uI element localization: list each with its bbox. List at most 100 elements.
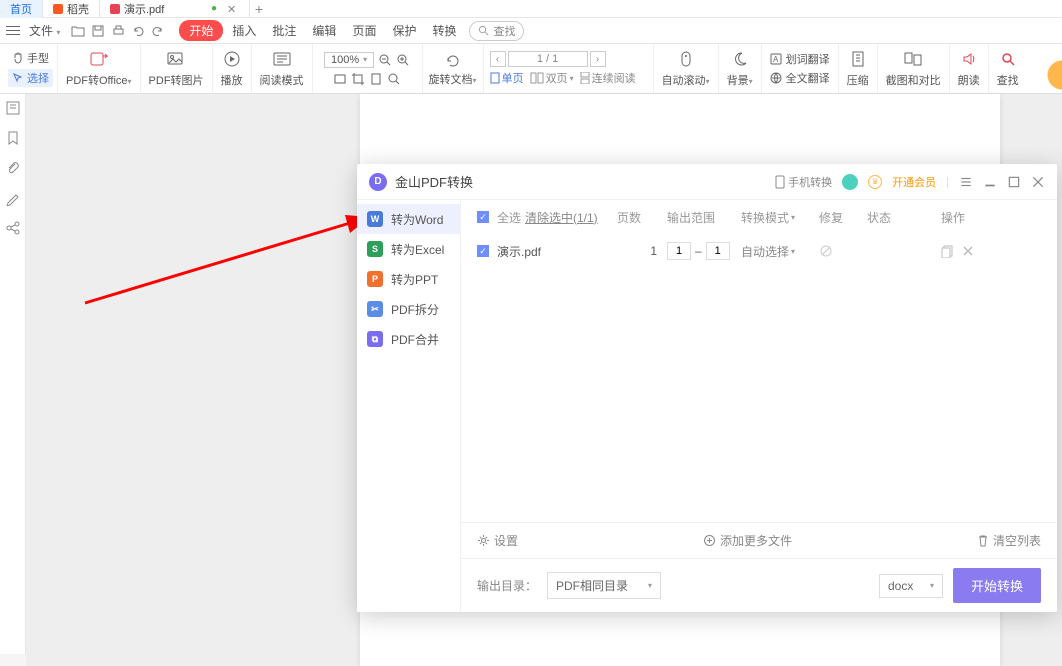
tab-file[interactable]: 演示.pdf ● ✕ (100, 0, 250, 18)
tab-shell-label: 稻壳 (67, 1, 89, 17)
print-icon[interactable] (109, 22, 127, 40)
fit-width-icon[interactable] (333, 72, 347, 86)
menu-start[interactable]: 开始 (179, 20, 223, 41)
screenshot-compare-button[interactable]: 截图和对比 (878, 44, 950, 93)
sync-check-icon: ● (211, 3, 217, 14)
menu-annotate[interactable]: 批注 (265, 22, 303, 39)
svg-text:A: A (773, 55, 779, 64)
checkbox-item[interactable]: ✓ (477, 245, 489, 257)
full-translate[interactable]: 全文翻译 (770, 70, 830, 86)
range-from-input[interactable] (667, 242, 691, 260)
view-double[interactable]: 双页▾ (530, 70, 574, 86)
thumbnail-icon[interactable] (5, 100, 21, 116)
col-all[interactable]: 全选 (497, 209, 525, 226)
page-next-button[interactable]: › (590, 51, 606, 67)
menu-edit[interactable]: 编辑 (305, 22, 343, 39)
redo-icon[interactable] (149, 22, 167, 40)
copy-icon[interactable] (941, 245, 954, 258)
fit-page-icon[interactable] (369, 72, 383, 86)
dialog-close-icon[interactable] (1031, 175, 1045, 189)
minimize-icon[interactable] (983, 175, 997, 189)
settings-link[interactable]: 设置 (477, 532, 518, 549)
col-mode[interactable]: 转换模式▾ (741, 209, 819, 226)
item-mode-select[interactable]: 自动选择▾ (741, 243, 819, 260)
auto-scroll-button[interactable]: 自动滚动▾ (654, 44, 719, 93)
save-icon[interactable] (89, 22, 107, 40)
sidebar-item-word[interactable]: W转为Word (357, 204, 460, 234)
side-strip (0, 94, 26, 654)
open-icon[interactable] (69, 22, 87, 40)
hand-tool[interactable]: 手型 (12, 50, 49, 66)
tab-home[interactable]: 首页 (0, 0, 43, 18)
play-button[interactable]: 播放 (213, 44, 252, 93)
clear-list-link[interactable]: 清空列表 (977, 532, 1041, 549)
sidebar-item-merge[interactable]: ⧉PDF合并 (357, 324, 460, 354)
menu-icon[interactable] (959, 175, 973, 189)
remove-icon[interactable] (962, 245, 974, 257)
read-mode-button[interactable]: 阅读模式 (252, 44, 313, 93)
view-single[interactable]: 单页 (490, 70, 524, 86)
pdf-convert-dialog: D 金山PDF转换 手机转换 ♛ 开通会员 | W转为Word S转为Excel… (357, 164, 1057, 612)
menu-hamburger-icon[interactable] (6, 25, 20, 37)
pdf-to-image[interactable]: PDF转图片 (141, 44, 213, 93)
view-continuous[interactable]: 连续阅读 (580, 70, 636, 86)
split-icon: ✂ (367, 301, 383, 317)
tab-shell[interactable]: 稻壳 (43, 0, 100, 18)
share-icon[interactable] (5, 220, 21, 236)
start-convert-button[interactable]: 开始转换 (953, 568, 1041, 603)
format-select[interactable]: docx▾ (879, 574, 943, 598)
crop-icon[interactable] (351, 72, 365, 86)
pdf-to-office[interactable]: PDF转Office▾ (58, 44, 141, 93)
zoom-select[interactable]: 100%▾ (324, 52, 374, 68)
menu-page[interactable]: 页面 (345, 22, 383, 39)
menu-file[interactable]: 文件 ▾ (22, 22, 67, 39)
sidebar-item-ppt[interactable]: P转为PPT (357, 264, 460, 294)
sidebar-item-split[interactable]: ✂PDF拆分 (357, 294, 460, 324)
full-trans-icon (770, 72, 782, 84)
background-button[interactable]: 背景▾ (719, 44, 762, 93)
select-tool[interactable]: 选择 (8, 69, 53, 87)
undo-icon[interactable] (129, 22, 147, 40)
avatar[interactable] (842, 174, 858, 190)
toolbar-search[interactable]: 查找 (469, 21, 524, 41)
dialog-mid-bar: 设置 添加更多文件 清空列表 (461, 522, 1057, 558)
double-page-icon (530, 72, 544, 84)
word-translate[interactable]: A划词翻译 (770, 51, 830, 67)
item-pages: 1 (617, 244, 667, 258)
item-fix[interactable] (819, 244, 867, 258)
tab-add-button[interactable]: + (250, 1, 268, 17)
compress-button[interactable]: 压缩 (839, 44, 878, 93)
zoom-out-icon[interactable] (378, 53, 392, 67)
tab-bar: 首页 稻壳 演示.pdf ● ✕ + (0, 0, 1062, 18)
page-prev-button[interactable]: ‹ (490, 51, 506, 67)
attachment-icon[interactable] (5, 160, 21, 176)
read-mode-icon (272, 49, 292, 69)
find-button[interactable]: 查找 (989, 44, 1027, 93)
menu-insert[interactable]: 插入 (225, 22, 263, 39)
output-dir-select[interactable]: PDF相同目录▾ (547, 572, 661, 599)
col-clear[interactable]: 清除选中(1/1) (525, 209, 617, 226)
phone-convert-button[interactable]: 手机转换 (775, 174, 832, 190)
rotate-icon[interactable] (443, 51, 463, 71)
dialog-header: D 金山PDF转换 手机转换 ♛ 开通会员 | (357, 164, 1057, 200)
bookmark-icon[interactable] (5, 130, 21, 146)
col-fix: 修复 (819, 209, 867, 226)
close-icon[interactable]: ✕ (227, 3, 239, 15)
range-to-input[interactable] (706, 242, 730, 260)
open-vip-link[interactable]: 开通会员 (892, 174, 936, 190)
pdf-office-icon (89, 49, 109, 69)
add-more-link[interactable]: 添加更多文件 (703, 532, 792, 549)
sidebar-item-excel[interactable]: S转为Excel (357, 234, 460, 264)
zoom-icon[interactable] (387, 72, 401, 86)
page-display[interactable]: 1 / 1 (508, 51, 588, 67)
plus-circle-icon (703, 534, 716, 547)
menu-protect[interactable]: 保护 (385, 22, 423, 39)
read-aloud-button[interactable]: 朗读 (950, 44, 989, 93)
menu-convert[interactable]: 转换 (425, 22, 463, 39)
maximize-icon[interactable] (1007, 175, 1021, 189)
checkbox-all[interactable]: ✓ (477, 211, 489, 223)
zoom-group: 100%▾ (313, 44, 423, 93)
moon-icon (730, 49, 750, 69)
zoom-in-icon[interactable] (396, 53, 410, 67)
pen-icon[interactable] (5, 190, 21, 206)
